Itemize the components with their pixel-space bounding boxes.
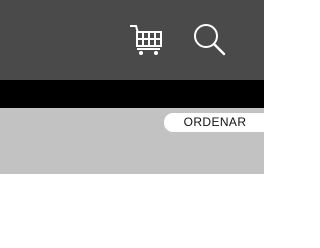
top-header — [0, 0, 264, 80]
sort-button[interactable]: ORDENAR — [164, 113, 264, 132]
content-area — [0, 174, 264, 248]
filter-toolbar: ORDENAR — [0, 108, 264, 174]
search-button[interactable] — [190, 20, 230, 60]
shopping-cart-icon — [130, 25, 162, 55]
search-icon — [194, 24, 226, 56]
divider-bar — [0, 80, 264, 108]
cart-button[interactable] — [128, 23, 166, 57]
